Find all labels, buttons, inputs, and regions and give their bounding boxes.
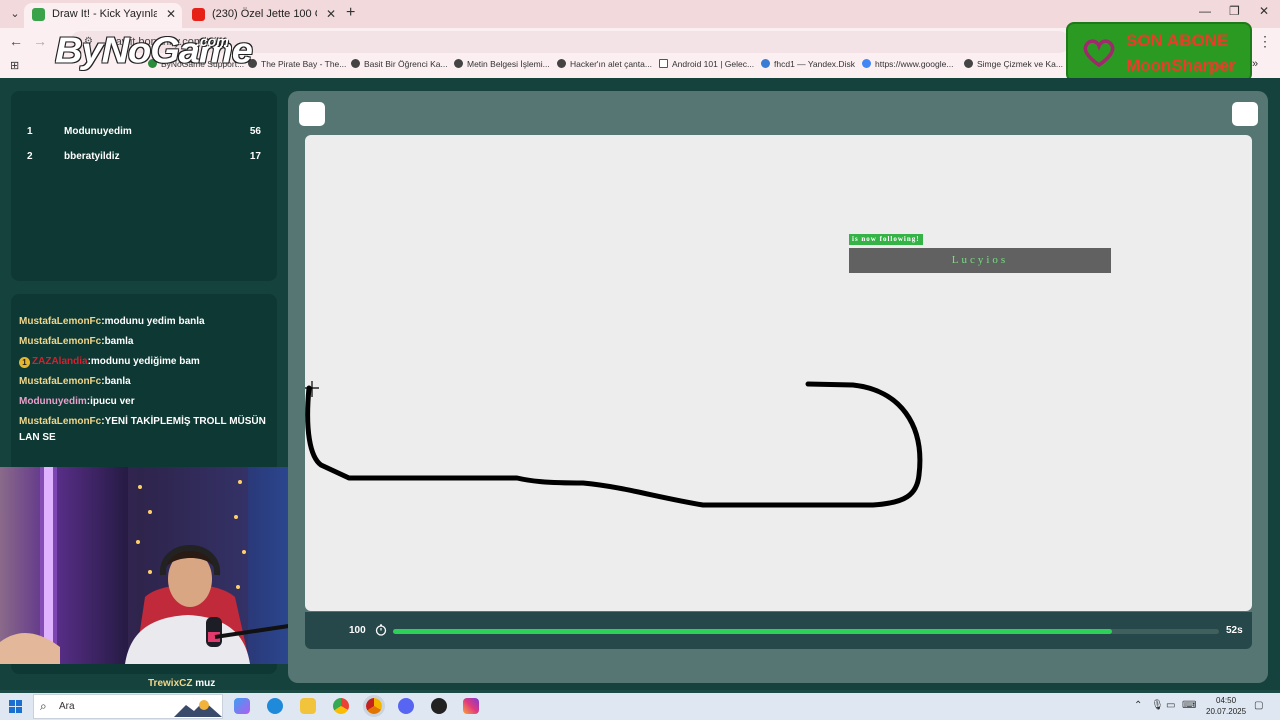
windows-start-icon[interactable] (9, 700, 22, 713)
menu-kebab-icon[interactable]: ⋮ (1258, 33, 1272, 50)
edge-icon[interactable] (267, 698, 283, 714)
time-progress-track (393, 629, 1219, 634)
leaderboard-row: 1 Modunuyedim 56 (27, 126, 261, 137)
new-tab-icon[interactable]: + (346, 4, 355, 22)
leaderboard-panel: 1 Modunuyedim 56 2 bberatyildiz 17 (11, 91, 277, 281)
instagram-icon[interactable] (463, 698, 479, 714)
tab-title: Draw It! - Kick Yayınları İçin Çizim (52, 8, 157, 20)
close-tab-icon[interactable]: ✕ (166, 3, 176, 25)
bookmark-item[interactable]: Android 101 | Gelec... (659, 59, 754, 69)
windows-taskbar: ⌕ Ara ⌃ 🎙 ▭ ⌨ 04:50 20.07.2025 ▢ (0, 693, 1280, 720)
bookmark-item[interactable]: Simge Çizmek ve Ka... (964, 59, 1063, 69)
chat-message: 1 ZAZAlandia:modunu yediğime bam (19, 354, 269, 370)
obs-icon[interactable] (431, 698, 447, 714)
drawit-favicon-icon (32, 8, 45, 21)
bookmark-item[interactable]: Hacker'ın alet çanta... (557, 59, 652, 69)
chat-message: MustafaLemonFc:modunu yedim banla (19, 316, 205, 327)
subscriber-badge-icon: 1 (19, 357, 30, 368)
bookmark-item[interactable]: The Pirate Bay - The... (248, 59, 346, 69)
file-explorer-icon[interactable] (300, 698, 316, 714)
tray-chevron-icon[interactable]: ⌃ (1134, 700, 1142, 711)
bookmark-item[interactable]: Basit Bir Öğrenci Ka... (351, 59, 448, 69)
follow-alert-tag: is now following! (849, 234, 923, 245)
points-value: 100 (349, 625, 366, 636)
discord-icon[interactable] (398, 698, 414, 714)
keyboard-icon[interactable]: ⌨ (1182, 700, 1196, 711)
bookmark-item[interactable]: https://www.google... (862, 59, 953, 69)
stopwatch-icon (375, 624, 387, 636)
search-icon: ⌕ (40, 699, 47, 713)
drawing-canvas[interactable] (305, 135, 1252, 611)
tab-youtube[interactable]: (230) Özel Jette 100 Gün Tutsak ✕ (184, 3, 342, 28)
heart-icon (1083, 39, 1115, 68)
chat-message: MustafaLemonFc:bamla (19, 336, 134, 347)
copilot-icon[interactable] (234, 698, 250, 714)
forward-icon[interactable]: → (33, 33, 47, 49)
network-icon[interactable]: ▭ (1166, 700, 1175, 711)
taskbar-search[interactable]: ⌕ Ara (33, 694, 223, 719)
bookmark-item[interactable]: fhcd1 — Yandex.Disk (761, 59, 855, 69)
restore-icon[interactable]: ❐ (1229, 4, 1240, 18)
drawing-stroke (305, 381, 923, 508)
search-placeholder: Ara (59, 701, 75, 712)
seconds-left: 52s (1226, 625, 1243, 636)
tab-search-chevron-icon[interactable]: ⌄ (6, 5, 24, 23)
taskbar-clock[interactable]: 04:50 20.07.2025 (1206, 695, 1246, 717)
microphone-icon[interactable]: 🎙 (1151, 700, 1164, 711)
last-sub-name: MoonSharper (1126, 56, 1236, 75)
board-right-button[interactable] (1232, 102, 1258, 126)
timer-bar: 100 52s (305, 612, 1252, 649)
bookmark-item[interactable]: Metin Belgesi İşlemi... (454, 59, 550, 69)
chat-message: MustafaLemonFc:banla (19, 376, 131, 387)
chat-message: TrewixCZ muz (148, 678, 216, 689)
close-window-icon[interactable]: ✕ (1259, 4, 1269, 18)
time-progress-fill (393, 629, 1112, 634)
more-bookmarks-icon[interactable]: » (1252, 58, 1258, 70)
notification-icon[interactable]: ▢ (1254, 700, 1263, 711)
chrome-icon[interactable] (333, 698, 349, 714)
logo-suffix: .com (196, 33, 229, 49)
close-tab-icon[interactable]: ✕ (326, 3, 336, 25)
apps-grid-icon[interactable]: ⊞ (10, 59, 19, 72)
chat-message: Modunuyedim:ipucu ver (19, 396, 135, 407)
last-subscriber-badge: SON ABONE MoonSharper (1066, 22, 1252, 82)
chrome-canary-icon[interactable] (363, 695, 385, 717)
tab-draw-it[interactable]: Draw It! - Kick Yayınları İçin Çizim ✕ (24, 3, 182, 28)
minimize-icon[interactable]: — (1199, 4, 1211, 18)
chat-message: MustafaLemonFc:YENİ TAKİPLEMİŞ TROLL MÜS… (19, 416, 266, 443)
youtube-favicon-icon (192, 8, 205, 21)
last-sub-label: SON ABONE (1126, 31, 1229, 50)
follow-alert-name: Lucyios (849, 248, 1111, 273)
weather-icon (174, 700, 222, 717)
board-left-button[interactable] (299, 102, 325, 126)
back-icon[interactable]: ← (9, 33, 23, 49)
leaderboard-row: 2 bberatyildiz 17 (27, 151, 261, 162)
tab-title: (230) Özel Jette 100 Gün Tutsak (212, 8, 317, 20)
